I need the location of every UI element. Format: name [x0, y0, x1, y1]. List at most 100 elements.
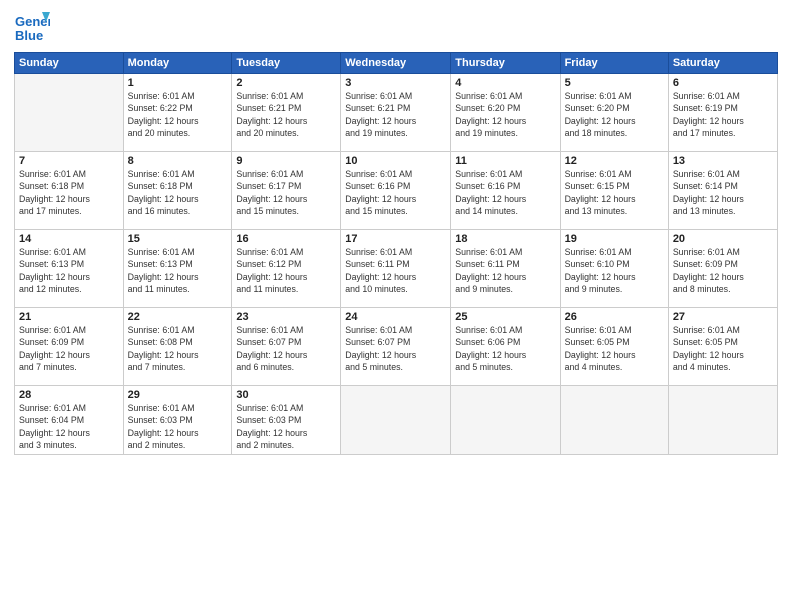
- day-number: 21: [19, 311, 119, 323]
- day-info: Sunrise: 6:01 AM Sunset: 6:21 PM Dayligh…: [236, 90, 336, 139]
- day-number: 9: [236, 155, 336, 167]
- calendar-cell: 27Sunrise: 6:01 AM Sunset: 6:05 PM Dayli…: [668, 308, 777, 386]
- day-info: Sunrise: 6:01 AM Sunset: 6:20 PM Dayligh…: [565, 90, 664, 139]
- day-info: Sunrise: 6:01 AM Sunset: 6:21 PM Dayligh…: [345, 90, 446, 139]
- calendar-cell: 10Sunrise: 6:01 AM Sunset: 6:16 PM Dayli…: [341, 152, 451, 230]
- day-info: Sunrise: 6:01 AM Sunset: 6:18 PM Dayligh…: [19, 168, 119, 217]
- calendar-cell: 18Sunrise: 6:01 AM Sunset: 6:11 PM Dayli…: [451, 230, 560, 308]
- day-info: Sunrise: 6:01 AM Sunset: 6:11 PM Dayligh…: [455, 246, 555, 295]
- day-of-week-header: Sunday: [15, 53, 124, 74]
- day-number: 7: [19, 155, 119, 167]
- day-info: Sunrise: 6:01 AM Sunset: 6:18 PM Dayligh…: [128, 168, 228, 217]
- calendar-cell: 20Sunrise: 6:01 AM Sunset: 6:09 PM Dayli…: [668, 230, 777, 308]
- day-info: Sunrise: 6:01 AM Sunset: 6:05 PM Dayligh…: [565, 324, 664, 373]
- day-number: 6: [673, 77, 773, 89]
- calendar-cell: 8Sunrise: 6:01 AM Sunset: 6:18 PM Daylig…: [123, 152, 232, 230]
- day-info: Sunrise: 6:01 AM Sunset: 6:10 PM Dayligh…: [565, 246, 664, 295]
- day-info: Sunrise: 6:01 AM Sunset: 6:13 PM Dayligh…: [19, 246, 119, 295]
- day-number: 16: [236, 233, 336, 245]
- calendar-cell: 16Sunrise: 6:01 AM Sunset: 6:12 PM Dayli…: [232, 230, 341, 308]
- calendar-cell: 2Sunrise: 6:01 AM Sunset: 6:21 PM Daylig…: [232, 74, 341, 152]
- day-info: Sunrise: 6:01 AM Sunset: 6:16 PM Dayligh…: [455, 168, 555, 217]
- calendar-cell: 11Sunrise: 6:01 AM Sunset: 6:16 PM Dayli…: [451, 152, 560, 230]
- day-of-week-header: Thursday: [451, 53, 560, 74]
- day-of-week-header: Monday: [123, 53, 232, 74]
- calendar-cell: 3Sunrise: 6:01 AM Sunset: 6:21 PM Daylig…: [341, 74, 451, 152]
- calendar-cell: 25Sunrise: 6:01 AM Sunset: 6:06 PM Dayli…: [451, 308, 560, 386]
- calendar-header-row: SundayMondayTuesdayWednesdayThursdayFrid…: [15, 53, 778, 74]
- calendar-cell: 19Sunrise: 6:01 AM Sunset: 6:10 PM Dayli…: [560, 230, 668, 308]
- calendar-cell: 1Sunrise: 6:01 AM Sunset: 6:22 PM Daylig…: [123, 74, 232, 152]
- day-number: 27: [673, 311, 773, 323]
- calendar-cell: 29Sunrise: 6:01 AM Sunset: 6:03 PM Dayli…: [123, 386, 232, 455]
- day-info: Sunrise: 6:01 AM Sunset: 6:03 PM Dayligh…: [236, 402, 336, 451]
- day-number: 20: [673, 233, 773, 245]
- day-number: 18: [455, 233, 555, 245]
- calendar-cell: 9Sunrise: 6:01 AM Sunset: 6:17 PM Daylig…: [232, 152, 341, 230]
- day-info: Sunrise: 6:01 AM Sunset: 6:07 PM Dayligh…: [236, 324, 336, 373]
- day-info: Sunrise: 6:01 AM Sunset: 6:12 PM Dayligh…: [236, 246, 336, 295]
- day-number: 26: [565, 311, 664, 323]
- day-number: 17: [345, 233, 446, 245]
- calendar-cell: 5Sunrise: 6:01 AM Sunset: 6:20 PM Daylig…: [560, 74, 668, 152]
- calendar-cell: 7Sunrise: 6:01 AM Sunset: 6:18 PM Daylig…: [15, 152, 124, 230]
- day-info: Sunrise: 6:01 AM Sunset: 6:07 PM Dayligh…: [345, 324, 446, 373]
- calendar-cell: 14Sunrise: 6:01 AM Sunset: 6:13 PM Dayli…: [15, 230, 124, 308]
- day-number: 19: [565, 233, 664, 245]
- calendar-cell: 15Sunrise: 6:01 AM Sunset: 6:13 PM Dayli…: [123, 230, 232, 308]
- calendar-cell: [341, 386, 451, 455]
- day-number: 29: [128, 389, 228, 401]
- day-number: 10: [345, 155, 446, 167]
- day-info: Sunrise: 6:01 AM Sunset: 6:13 PM Dayligh…: [128, 246, 228, 295]
- day-info: Sunrise: 6:01 AM Sunset: 6:17 PM Dayligh…: [236, 168, 336, 217]
- day-number: 12: [565, 155, 664, 167]
- logo-svg: General Blue: [14, 10, 50, 46]
- day-number: 24: [345, 311, 446, 323]
- day-of-week-header: Saturday: [668, 53, 777, 74]
- day-number: 2: [236, 77, 336, 89]
- day-info: Sunrise: 6:01 AM Sunset: 6:09 PM Dayligh…: [19, 324, 119, 373]
- day-info: Sunrise: 6:01 AM Sunset: 6:19 PM Dayligh…: [673, 90, 773, 139]
- day-number: 15: [128, 233, 228, 245]
- day-info: Sunrise: 6:01 AM Sunset: 6:08 PM Dayligh…: [128, 324, 228, 373]
- day-number: 30: [236, 389, 336, 401]
- day-number: 28: [19, 389, 119, 401]
- page-header: General Blue: [14, 10, 778, 46]
- day-of-week-header: Wednesday: [341, 53, 451, 74]
- day-info: Sunrise: 6:01 AM Sunset: 6:16 PM Dayligh…: [345, 168, 446, 217]
- calendar-cell: 13Sunrise: 6:01 AM Sunset: 6:14 PM Dayli…: [668, 152, 777, 230]
- day-info: Sunrise: 6:01 AM Sunset: 6:14 PM Dayligh…: [673, 168, 773, 217]
- day-info: Sunrise: 6:01 AM Sunset: 6:05 PM Dayligh…: [673, 324, 773, 373]
- day-number: 4: [455, 77, 555, 89]
- day-of-week-header: Tuesday: [232, 53, 341, 74]
- calendar-cell: [560, 386, 668, 455]
- day-of-week-header: Friday: [560, 53, 668, 74]
- day-number: 8: [128, 155, 228, 167]
- day-info: Sunrise: 6:01 AM Sunset: 6:06 PM Dayligh…: [455, 324, 555, 373]
- calendar-cell: 23Sunrise: 6:01 AM Sunset: 6:07 PM Dayli…: [232, 308, 341, 386]
- day-info: Sunrise: 6:01 AM Sunset: 6:11 PM Dayligh…: [345, 246, 446, 295]
- calendar-cell: 30Sunrise: 6:01 AM Sunset: 6:03 PM Dayli…: [232, 386, 341, 455]
- calendar-table: SundayMondayTuesdayWednesdayThursdayFrid…: [14, 52, 778, 455]
- day-number: 23: [236, 311, 336, 323]
- calendar-cell: 28Sunrise: 6:01 AM Sunset: 6:04 PM Dayli…: [15, 386, 124, 455]
- calendar-cell: [15, 74, 124, 152]
- calendar-cell: 22Sunrise: 6:01 AM Sunset: 6:08 PM Dayli…: [123, 308, 232, 386]
- calendar-cell: 4Sunrise: 6:01 AM Sunset: 6:20 PM Daylig…: [451, 74, 560, 152]
- calendar-cell: 26Sunrise: 6:01 AM Sunset: 6:05 PM Dayli…: [560, 308, 668, 386]
- day-number: 14: [19, 233, 119, 245]
- day-number: 3: [345, 77, 446, 89]
- day-number: 5: [565, 77, 664, 89]
- calendar-cell: [451, 386, 560, 455]
- day-info: Sunrise: 6:01 AM Sunset: 6:04 PM Dayligh…: [19, 402, 119, 451]
- day-info: Sunrise: 6:01 AM Sunset: 6:15 PM Dayligh…: [565, 168, 664, 217]
- day-number: 22: [128, 311, 228, 323]
- day-info: Sunrise: 6:01 AM Sunset: 6:03 PM Dayligh…: [128, 402, 228, 451]
- calendar-cell: [668, 386, 777, 455]
- day-info: Sunrise: 6:01 AM Sunset: 6:20 PM Dayligh…: [455, 90, 555, 139]
- day-number: 25: [455, 311, 555, 323]
- logo: General Blue: [14, 10, 50, 46]
- day-number: 13: [673, 155, 773, 167]
- calendar-cell: 6Sunrise: 6:01 AM Sunset: 6:19 PM Daylig…: [668, 74, 777, 152]
- svg-text:Blue: Blue: [15, 28, 43, 43]
